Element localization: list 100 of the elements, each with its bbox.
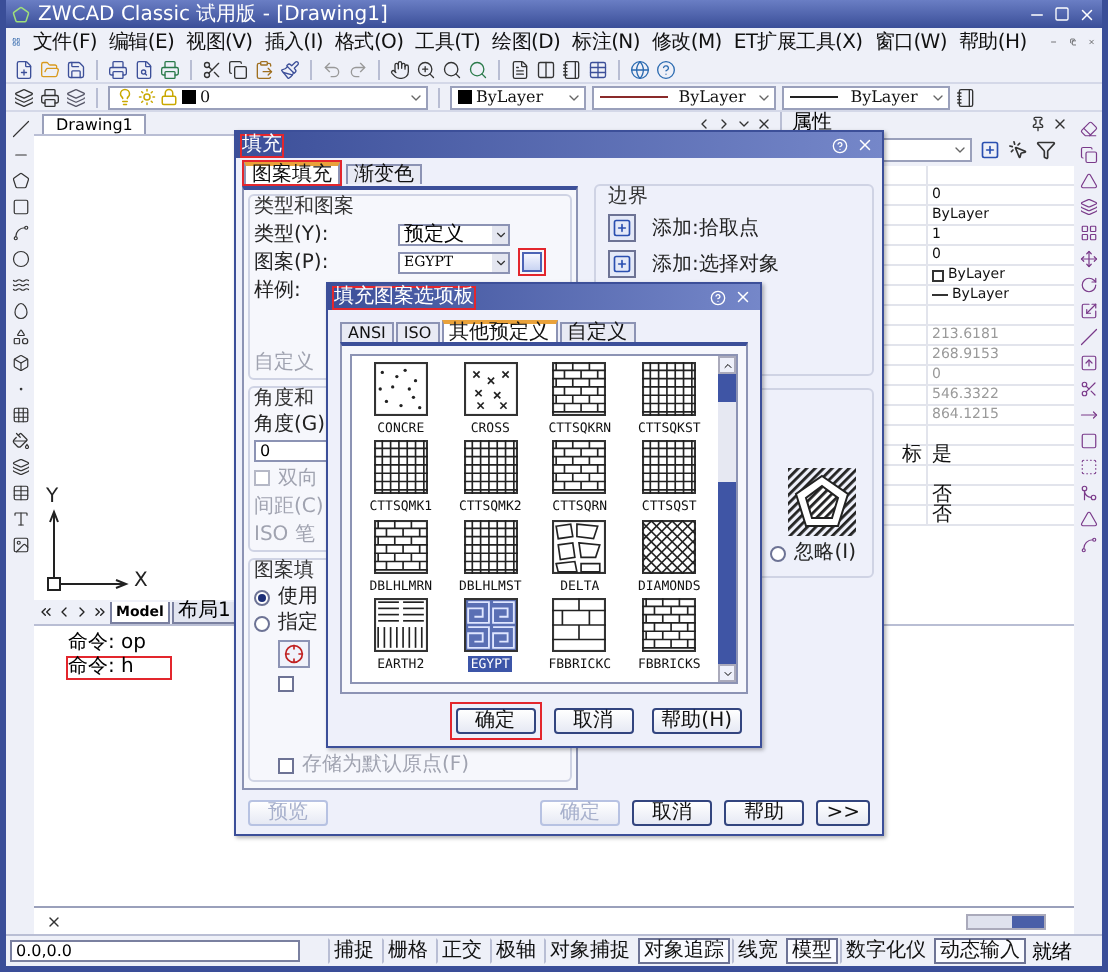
move-icon[interactable] — [1079, 250, 1097, 268]
hatch-pattern-icon[interactable] — [642, 440, 697, 495]
image-icon[interactable] — [11, 536, 29, 554]
hatch-pattern-icon[interactable] — [642, 362, 697, 416]
hatch-pattern-icon[interactable] — [463, 362, 518, 416]
hatch-pattern-icon[interactable] — [552, 440, 607, 495]
cut-icon[interactable] — [202, 59, 222, 79]
array-icon[interactable] — [1079, 224, 1097, 242]
pick-point-icon[interactable] — [608, 214, 636, 242]
dialog-button[interactable]: 取消 — [632, 799, 713, 825]
hatch-pattern-icon[interactable] — [463, 440, 518, 495]
revision-cloud-icon[interactable] — [11, 276, 29, 294]
next-tab-icon[interactable] — [74, 604, 90, 620]
region-icon[interactable] — [11, 458, 29, 476]
select-objects-icon[interactable] — [1008, 140, 1028, 160]
extend-icon[interactable] — [1079, 406, 1097, 424]
rotate-icon[interactable] — [1079, 276, 1097, 294]
brush-icon[interactable] — [280, 59, 300, 79]
quick-select-icon[interactable] — [980, 140, 1000, 160]
type-dropdown[interactable]: 预定义 — [398, 223, 510, 245]
filter-icon[interactable] — [1036, 140, 1056, 160]
hatch-pattern-icon[interactable] — [373, 362, 428, 416]
click-origin-button[interactable] — [278, 639, 310, 667]
scroll-left-icon[interactable] — [696, 115, 712, 131]
lineweight-dropdown[interactable]: ByLayer — [782, 85, 950, 109]
dialog-button[interactable]: 取消 — [553, 707, 634, 733]
hatch-pattern-icon[interactable] — [463, 597, 518, 652]
checkbox[interactable] — [278, 675, 294, 691]
menu-item[interactable]: 标注(N) — [572, 28, 640, 56]
printer-icon[interactable] — [108, 59, 128, 79]
hatch-pattern-icon[interactable] — [642, 597, 697, 652]
explode-icon[interactable] — [1079, 536, 1097, 554]
status-toggle[interactable]: 捕捉 — [328, 938, 380, 964]
hatch-pattern-icon[interactable] — [373, 597, 428, 652]
hatch-pattern-icon[interactable] — [463, 519, 518, 573]
vertical-scrollbar[interactable] — [718, 356, 736, 682]
fill-icon[interactable] — [11, 432, 29, 450]
status-toggle[interactable]: 对象追踪 — [638, 938, 730, 964]
menu-item[interactable]: ET扩展工具(X) — [733, 28, 863, 56]
eraser-icon[interactable] — [1079, 120, 1097, 138]
linetype-dropdown[interactable]: ByLayer — [592, 85, 776, 109]
hatch-pattern-icon[interactable] — [642, 519, 697, 573]
scroll-down-icon[interactable] — [721, 667, 733, 679]
dialog-tab[interactable]: ANSI — [340, 322, 394, 342]
status-toggle[interactable]: 数字化仪 — [840, 938, 932, 964]
radio-button[interactable] — [254, 589, 270, 605]
tool-palette-icon[interactable] — [562, 59, 582, 79]
menu-item[interactable]: 工具(T) — [415, 28, 481, 56]
zoom-window-icon[interactable] — [442, 59, 462, 79]
arc-icon[interactable] — [11, 224, 29, 242]
status-toggle[interactable]: 动态输入 — [934, 938, 1026, 964]
break-icon[interactable] — [1079, 432, 1097, 450]
close-icon[interactable] — [756, 115, 772, 131]
menu-item[interactable]: 视图(V) — [186, 28, 253, 56]
close-icon[interactable] — [46, 913, 62, 929]
action-label[interactable]: 添加:选择对象 — [652, 253, 779, 275]
menu-item[interactable]: 修改(M) — [651, 28, 722, 56]
status-toggle[interactable]: 极轴 — [490, 938, 542, 964]
menu-item[interactable]: 绘图(D) — [492, 28, 561, 56]
polygon-icon[interactable] — [11, 172, 29, 190]
last-tab-icon[interactable] — [92, 604, 108, 620]
block-icon[interactable] — [11, 354, 29, 372]
trim-icon[interactable] — [1079, 380, 1097, 398]
print-preview-icon[interactable] — [134, 59, 154, 79]
status-toggle[interactable]: 正交 — [436, 938, 488, 964]
layout-tab[interactable]: 布局1 — [171, 601, 237, 623]
menu-item[interactable]: 编辑(E) — [109, 28, 175, 56]
status-toggle[interactable]: 对象捕捉 — [544, 938, 636, 964]
help-icon[interactable] — [656, 59, 676, 79]
text-icon[interactable] — [11, 510, 29, 528]
circle-icon[interactable] — [11, 250, 29, 268]
restore-icon[interactable] — [1069, 34, 1077, 50]
layer-dropdown[interactable]: 0 — [108, 85, 428, 109]
menu-item[interactable]: 帮助(H) — [959, 28, 1027, 56]
save-icon[interactable] — [66, 59, 86, 79]
layer-icon[interactable] — [14, 87, 34, 107]
menu-item[interactable]: 插入(I) — [264, 28, 324, 56]
dialog-tab[interactable]: ISO — [395, 322, 440, 342]
plot-icon[interactable] — [160, 59, 180, 79]
copy-icon[interactable] — [1079, 146, 1097, 164]
insert-block-icon[interactable] — [11, 328, 29, 346]
line-icon[interactable] — [11, 120, 29, 138]
offset-icon[interactable] — [1079, 198, 1097, 216]
properties-icon[interactable] — [510, 59, 530, 79]
globe-icon[interactable] — [630, 59, 650, 79]
status-toggle[interactable]: 线宽 — [732, 938, 784, 964]
first-tab-icon[interactable] — [38, 604, 54, 620]
pin-icon[interactable] — [1030, 115, 1046, 131]
copy-icon[interactable] — [228, 59, 248, 79]
menu-item[interactable]: 窗口(W) — [874, 28, 947, 56]
table-icon[interactable] — [11, 484, 29, 502]
hatch-pattern-icon[interactable] — [373, 519, 428, 573]
lengthen-icon[interactable] — [1079, 354, 1097, 372]
scale-icon[interactable] — [1079, 302, 1097, 320]
radio-button[interactable] — [254, 615, 270, 631]
dialog-tab[interactable]: 图案填充 — [244, 162, 340, 184]
fillet-icon[interactable] — [1079, 510, 1097, 528]
layer-previous-icon[interactable] — [66, 87, 86, 107]
rectangle-icon[interactable] — [11, 198, 29, 216]
mirror-icon[interactable] — [1079, 172, 1097, 190]
